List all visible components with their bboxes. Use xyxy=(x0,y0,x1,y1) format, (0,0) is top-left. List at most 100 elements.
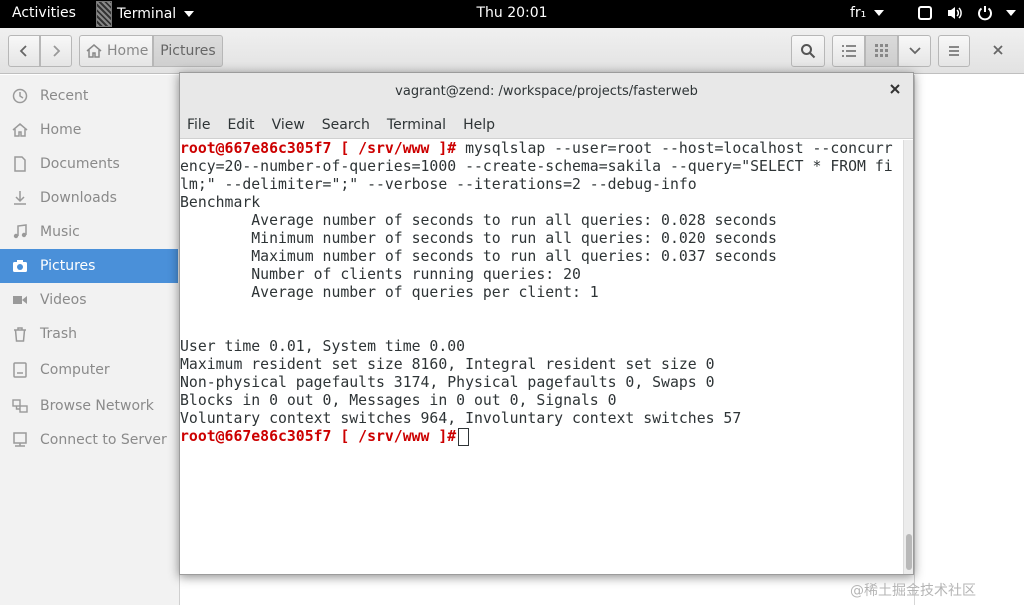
path-pictures-label: Pictures xyxy=(160,43,216,59)
chevron-left-icon xyxy=(19,45,27,57)
output-text: Average number of seconds to run all que… xyxy=(180,212,777,229)
output-text: Number of clients running queries: 20 xyxy=(180,266,581,283)
output-text: ency=20--number-of-queries=1000 --create… xyxy=(180,158,893,175)
terminal-scrollbar[interactable] xyxy=(903,140,913,574)
terminal-line: Minimum number of seconds to run all que… xyxy=(180,230,902,248)
terminal-line: ency=20--number-of-queries=1000 --create… xyxy=(180,158,902,176)
terminal-text: root@667e86c305f7 [ /srv/www ]# mysqlsla… xyxy=(180,140,902,446)
sidebar-item-label: Trash xyxy=(40,326,77,342)
home-icon xyxy=(86,44,102,58)
sidebar-item-label: Browse Network xyxy=(40,398,154,414)
sidebar-item-videos[interactable]: Videos xyxy=(0,283,178,317)
hamburger-icon xyxy=(949,46,959,56)
terminal-close-button[interactable] xyxy=(890,82,900,98)
menu-help[interactable]: Help xyxy=(463,117,495,133)
keyboard-layout-indicator[interactable]: fr₁ xyxy=(850,5,885,21)
sidebar-item-label: Music xyxy=(40,224,80,240)
scrollbar-thumb[interactable] xyxy=(906,534,912,570)
output-text: Non-physical pagefaults 3174, Physical p… xyxy=(180,374,715,391)
sidebar-item-home[interactable]: Home xyxy=(0,113,178,147)
terminal-line: Maximum number of seconds to run all que… xyxy=(180,248,902,266)
output-text: User time 0.01, System time 0.00 xyxy=(180,338,466,355)
path-home-label: Home xyxy=(107,43,149,59)
terminal-line: root@667e86c305f7 [ /srv/www ]# mysqlsla… xyxy=(180,140,902,158)
output-text: Blocks in 0 out 0, Messages in 0 out 0, … xyxy=(180,392,617,409)
chevron-down-icon xyxy=(908,47,921,55)
menu-terminal[interactable]: Terminal xyxy=(387,117,446,133)
forward-button[interactable] xyxy=(40,35,72,67)
computer-icon xyxy=(12,362,28,378)
volume-icon xyxy=(946,4,964,22)
network-icon xyxy=(12,398,28,414)
sidebar-item-label: Computer xyxy=(40,362,110,378)
app-menu[interactable]: Terminal xyxy=(96,0,195,28)
sidebar-item-connect-to-server[interactable]: Connect to Server xyxy=(0,423,178,457)
trash-icon xyxy=(12,326,28,342)
output-text: Minimum number of seconds to run all que… xyxy=(180,230,777,247)
chevron-down-icon xyxy=(874,10,885,16)
files-close-button[interactable] xyxy=(993,41,1003,59)
sidebar-item-pictures[interactable]: Pictures xyxy=(0,249,178,283)
list-view-button[interactable] xyxy=(832,35,865,67)
sidebar-item-computer[interactable]: Computer xyxy=(0,353,178,387)
watermark: @稀土掘金技术社区 xyxy=(850,583,976,599)
terminal-line: Average number of queries per client: 1 xyxy=(180,284,902,302)
output-text: Average number of queries per client: 1 xyxy=(180,284,599,301)
terminal-line: Benchmark xyxy=(180,194,902,212)
terminal-output[interactable]: root@667e86c305f7 [ /srv/www ]# mysqlsla… xyxy=(180,140,913,574)
window-icon xyxy=(916,4,934,22)
sidebar-item-label: Downloads xyxy=(40,190,117,206)
app-menu-label: Terminal xyxy=(117,6,177,22)
server-icon xyxy=(12,432,28,448)
sidebar-item-downloads[interactable]: Downloads xyxy=(0,181,178,215)
path-bar-home[interactable]: Home xyxy=(79,35,153,67)
sidebar-item-recent[interactable]: Recent xyxy=(0,79,178,113)
activities-button[interactable]: Activities xyxy=(12,5,76,21)
files-headerbar: Home Pictures xyxy=(0,28,1024,74)
power-icon xyxy=(976,4,994,22)
terminal-titlebar[interactable]: vagrant@zend: /workspace/projects/faster… xyxy=(180,73,913,111)
sidebar-item-music[interactable]: Music xyxy=(0,215,178,249)
sidebar-item-browse-network[interactable]: Browse Network xyxy=(0,389,178,423)
sidebar-item-label: Videos xyxy=(40,292,87,308)
back-button[interactable] xyxy=(8,35,40,67)
grid-view-button[interactable] xyxy=(865,35,898,67)
menu-view[interactable]: View xyxy=(272,117,305,133)
chevron-down-icon xyxy=(184,11,195,17)
keyboard-layout-label: fr₁ xyxy=(850,5,867,21)
file-view[interactable] xyxy=(914,75,1024,605)
terminal-line: Blocks in 0 out 0, Messages in 0 out 0, … xyxy=(180,392,902,410)
sidebar-item-documents[interactable]: Documents xyxy=(0,147,178,181)
search-button[interactable] xyxy=(791,35,825,67)
output-text: Voluntary context switches 964, Involunt… xyxy=(180,410,742,427)
shell-prompt: root@667e86c305f7 [ /srv/www ]# xyxy=(180,428,457,445)
sidebar-item-trash[interactable]: Trash xyxy=(0,317,178,351)
terminal-window: vagrant@zend: /workspace/projects/faster… xyxy=(179,72,914,575)
clock-icon xyxy=(12,88,28,104)
home-icon xyxy=(12,122,28,138)
menu-search[interactable]: Search xyxy=(322,117,370,133)
terminal-line: Voluntary context switches 964, Involunt… xyxy=(180,410,902,428)
output-text: lm;" --delimiter=";" --verbose --iterati… xyxy=(180,176,697,193)
path-bar-pictures[interactable]: Pictures xyxy=(153,35,223,67)
sidebar-item-label: Documents xyxy=(40,156,120,172)
close-icon xyxy=(890,84,900,94)
video-icon xyxy=(12,292,28,308)
sidebar-item-label: Home xyxy=(40,122,82,138)
command-text: mysqlslap --user=root --host=localhost -… xyxy=(456,140,893,157)
view-options-button[interactable] xyxy=(898,35,931,67)
menu-file[interactable]: File xyxy=(187,117,210,133)
menu-edit[interactable]: Edit xyxy=(227,117,254,133)
terminal-line: root@667e86c305f7 [ /srv/www ]# xyxy=(180,428,902,446)
places-sidebar: Recent Home Documents Downloads Music Picture… xyxy=(0,75,180,605)
output-text: Maximum resident set size 8160, Integral… xyxy=(180,356,715,373)
terminal-line: Number of clients running queries: 20 xyxy=(180,266,902,284)
output-text: Benchmark xyxy=(180,194,261,211)
terminal-app-icon xyxy=(96,1,112,27)
chevron-right-icon xyxy=(53,45,61,57)
menu-button[interactable] xyxy=(938,35,970,67)
chevron-down-icon xyxy=(1006,10,1016,16)
system-tray[interactable] xyxy=(916,4,1016,22)
